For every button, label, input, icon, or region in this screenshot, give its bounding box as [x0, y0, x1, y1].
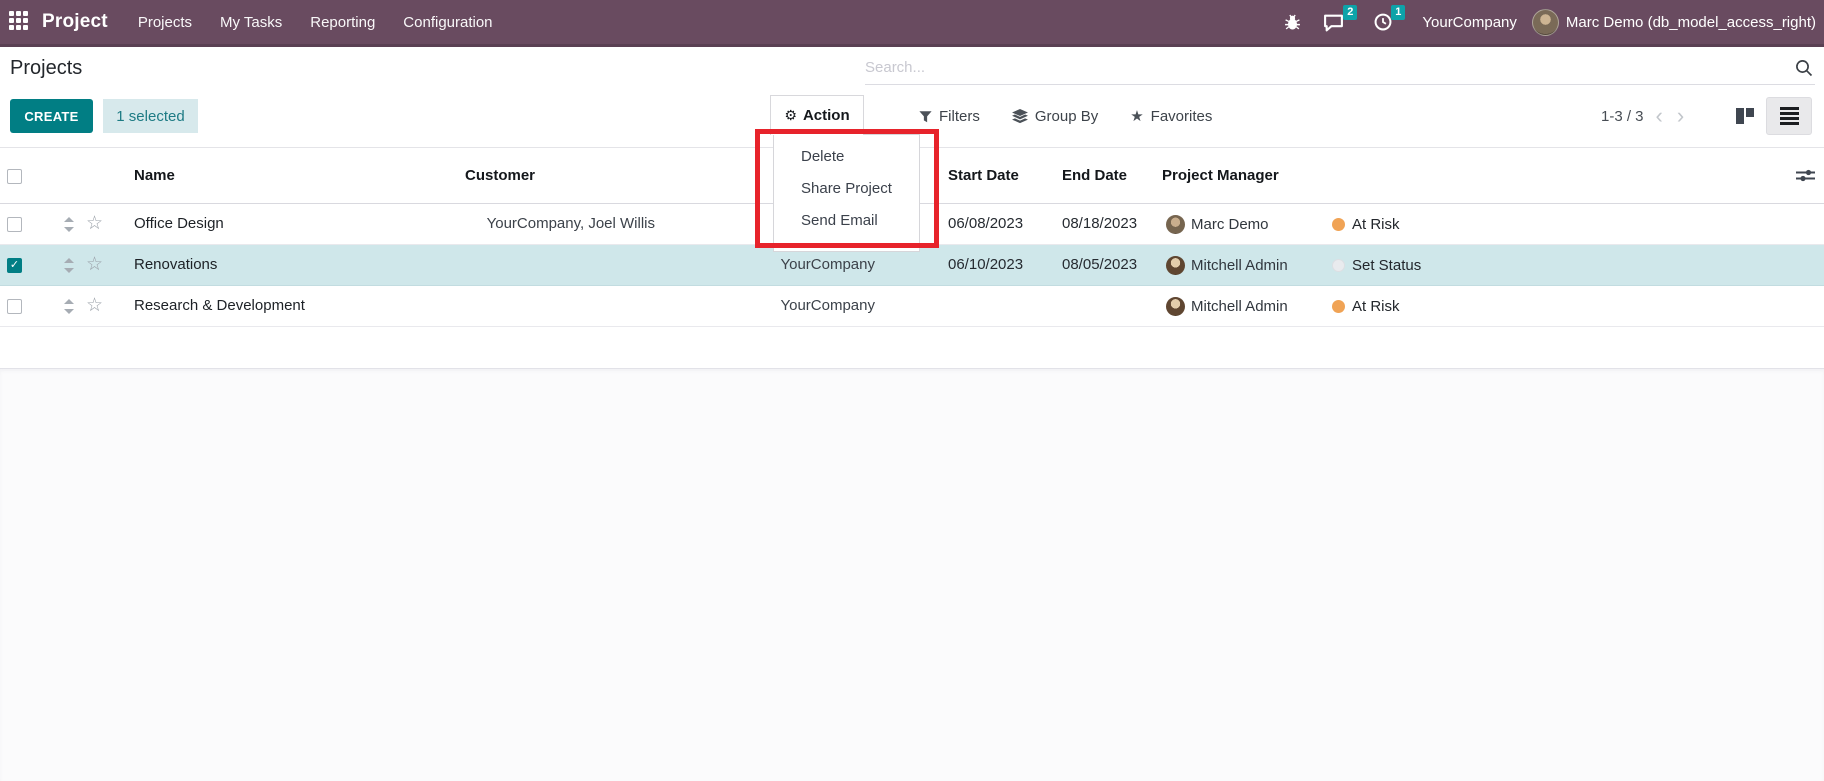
- top-navbar: Project Projects My Tasks Reporting Conf…: [0, 0, 1824, 47]
- table-row[interactable]: ☆ Research & Development YourCompany Mit…: [0, 286, 1824, 327]
- favorites-button[interactable]: ★ Favorites: [1130, 108, 1212, 125]
- manager-avatar: [1166, 297, 1185, 316]
- project-name: Office Design: [134, 204, 224, 244]
- status-label: At Risk: [1352, 287, 1400, 327]
- create-button[interactable]: CREATE: [10, 99, 93, 133]
- activities-badge: 1: [1391, 5, 1405, 20]
- favorite-star-icon[interactable]: ☆: [86, 204, 103, 245]
- selected-count-chip: 1 selected: [103, 99, 198, 133]
- user-avatar[interactable]: [1532, 9, 1559, 36]
- search-options: Filters Group By ★ Favorites: [919, 99, 1212, 133]
- project-status: At Risk: [1332, 286, 1400, 327]
- kanban-view-icon: [1736, 108, 1754, 124]
- list-view-button[interactable]: [1766, 97, 1812, 135]
- pager: 1-3 / 3 ‹ ›: [1601, 99, 1696, 133]
- nav-item-configuration[interactable]: Configuration: [389, 14, 506, 31]
- favorite-star-icon[interactable]: ☆: [86, 245, 103, 286]
- messages-icon[interactable]: 2: [1323, 13, 1344, 32]
- column-header-end-date[interactable]: End Date: [1062, 148, 1127, 204]
- apps-grid-icon[interactable]: [9, 11, 31, 33]
- project-start-date: 06/10/2023: [948, 245, 1023, 285]
- project-status: Set Status: [1332, 245, 1421, 286]
- project-name: Research & Development: [134, 286, 305, 326]
- nav-item-my-tasks[interactable]: My Tasks: [206, 14, 296, 31]
- empty-row: [0, 327, 1824, 368]
- status-label: Set Status: [1352, 246, 1421, 286]
- company-switcher[interactable]: YourCompany: [1422, 14, 1517, 31]
- group-by-button[interactable]: Group By: [1012, 108, 1098, 125]
- search-input[interactable]: [865, 52, 1770, 82]
- list-view-icon: [1780, 107, 1799, 125]
- drag-handle-icon[interactable]: [64, 217, 74, 232]
- manager-name: Mitchell Admin: [1191, 246, 1288, 286]
- activities-clock-icon[interactable]: 1: [1374, 13, 1392, 31]
- drag-handle-icon[interactable]: [64, 299, 74, 314]
- pager-range: 1-3 / 3: [1601, 108, 1644, 125]
- column-header-project-manager[interactable]: Project Manager: [1162, 148, 1279, 204]
- pager-next-icon[interactable]: ›: [1675, 101, 1696, 131]
- pager-prev-icon[interactable]: ‹: [1644, 101, 1675, 131]
- project-name: Renovations: [134, 245, 217, 285]
- search-icon[interactable]: [1795, 59, 1813, 82]
- project-end-date: 08/05/2023: [1062, 245, 1137, 285]
- project-manager: Mitchell Admin: [1166, 286, 1288, 327]
- menu-item-send-email[interactable]: Send Email: [774, 205, 919, 237]
- gear-icon: ⚙: [784, 107, 797, 124]
- row-checkbox[interactable]: ✓: [7, 258, 22, 273]
- action-dropdown-menu: Delete Share Project Send Email: [773, 134, 920, 252]
- search-bar: [865, 52, 1815, 85]
- status-dot-icon[interactable]: [1332, 218, 1345, 231]
- page-title: Projects: [10, 57, 82, 80]
- content-area-below-table: [0, 368, 1824, 781]
- manager-avatar: [1166, 215, 1185, 234]
- status-dot-icon[interactable]: [1332, 300, 1345, 313]
- manager-avatar: [1166, 256, 1185, 275]
- filters-button[interactable]: Filters: [919, 108, 980, 125]
- manager-name: Mitchell Admin: [1191, 287, 1288, 327]
- project-customer: YourCompany: [465, 286, 875, 326]
- filter-funnel-icon: [919, 110, 932, 123]
- column-header-start-date[interactable]: Start Date: [948, 148, 1019, 204]
- debug-bug-icon[interactable]: [1284, 14, 1301, 31]
- status-label: At Risk: [1352, 205, 1400, 245]
- action-button-label: Action: [803, 107, 850, 124]
- nav-menu: Projects My Tasks Reporting Configuratio…: [124, 0, 507, 44]
- nav-right: 2 1 YourCompany Marc Demo (db_model_acce…: [1284, 9, 1824, 36]
- column-header-name[interactable]: Name: [134, 148, 175, 204]
- nav-item-reporting[interactable]: Reporting: [296, 14, 389, 31]
- app-name[interactable]: Project: [42, 11, 108, 33]
- drag-handle-icon[interactable]: [64, 258, 74, 273]
- select-all-checkbox[interactable]: [7, 169, 22, 184]
- project-manager: Mitchell Admin: [1166, 245, 1288, 286]
- manager-name: Marc Demo: [1191, 205, 1269, 245]
- project-manager: Marc Demo: [1166, 204, 1269, 245]
- favorites-star-icon: ★: [1130, 109, 1143, 124]
- user-menu[interactable]: Marc Demo (db_model_access_right): [1566, 14, 1816, 31]
- layers-icon: [1012, 109, 1028, 124]
- menu-item-share-project[interactable]: Share Project: [774, 173, 919, 205]
- project-status: At Risk: [1332, 204, 1400, 245]
- status-dot-icon[interactable]: [1332, 259, 1345, 272]
- nav-item-projects[interactable]: Projects: [124, 14, 206, 31]
- action-button[interactable]: ⚙ Action: [770, 95, 864, 135]
- project-end-date: 08/18/2023: [1062, 204, 1137, 244]
- menu-item-delete[interactable]: Delete: [774, 141, 919, 173]
- project-start-date: 06/08/2023: [948, 204, 1023, 244]
- column-header-customer[interactable]: Customer: [465, 148, 535, 204]
- row-checkbox[interactable]: [7, 299, 22, 314]
- optional-columns-icon[interactable]: [1796, 168, 1815, 187]
- favorite-star-icon[interactable]: ☆: [86, 286, 103, 327]
- favorites-label: Favorites: [1151, 108, 1213, 125]
- group-by-label: Group By: [1035, 108, 1098, 125]
- row-checkbox[interactable]: [7, 217, 22, 232]
- messages-badge: 2: [1343, 5, 1357, 20]
- filters-label: Filters: [939, 108, 980, 125]
- kanban-view-button[interactable]: [1726, 97, 1764, 135]
